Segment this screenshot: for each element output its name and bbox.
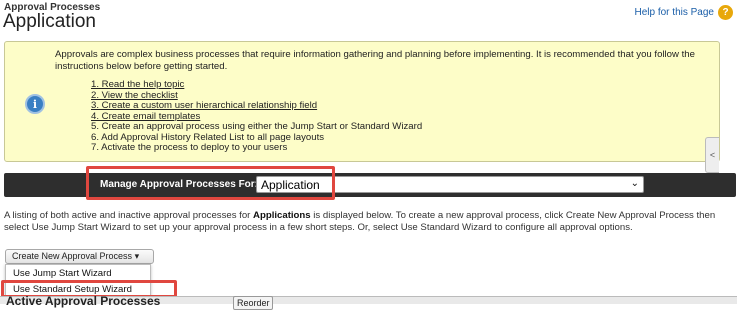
step-create-process: 5. Create an approval process using eith… <box>91 121 423 132</box>
step-activate: 7. Activate the process to deploy to you… <box>91 142 288 153</box>
listing-text-before: A listing of both active and inactive ap… <box>4 210 254 221</box>
step-link-help[interactable]: 1. Read the help topic <box>91 79 184 90</box>
menu-item-jump-start[interactable]: Use Jump Start Wizard <box>13 268 112 279</box>
listing-object: Applications <box>253 210 311 221</box>
page-title: Application <box>3 11 96 32</box>
help-link[interactable]: Help for this Page <box>635 7 715 18</box>
info-icon: i <box>25 94 45 114</box>
active-processes-title: Active Approval Processes <box>6 294 161 308</box>
step-link-custom-field[interactable]: 3. Create a custom user hierarchical rel… <box>91 100 317 111</box>
listing-description: A listing of both active and inactive ap… <box>4 210 734 234</box>
steps-list: 1. Read the help topic 2. View the check… <box>91 79 423 154</box>
step-link-email-templates[interactable]: 4. Create email templates <box>91 111 200 122</box>
create-button-label: Create New Approval Process <box>12 251 133 261</box>
help-icon[interactable]: ? <box>718 5 733 20</box>
highlight-box-manage <box>86 166 335 200</box>
chevron-down-icon: ⌄ <box>630 178 639 189</box>
collapse-side-tab[interactable]: < <box>705 137 719 173</box>
create-approval-process-button[interactable]: Create New Approval Process ▾ <box>5 249 154 264</box>
info-intro-text: Approvals are complex business processes… <box>55 49 695 72</box>
step-link-checklist[interactable]: 2. View the checklist <box>91 90 178 101</box>
reorder-button[interactable]: Reorder <box>233 296 273 310</box>
dropdown-arrow-icon: ▾ <box>134 251 140 261</box>
help-link-area[interactable]: Help for this Page ? <box>635 5 733 20</box>
info-box: i Approvals are complex business process… <box>4 41 720 173</box>
